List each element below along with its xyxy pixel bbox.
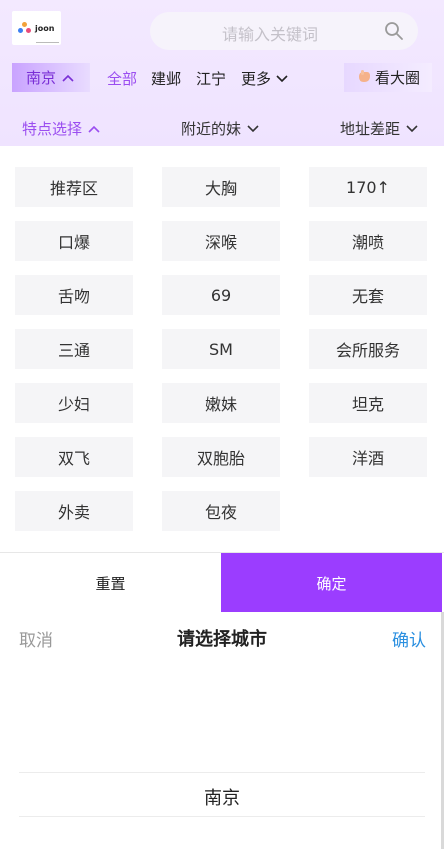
district-jiangning[interactable]: 江宁: [196, 68, 226, 89]
chevron-down-icon: [276, 74, 288, 82]
city-selector-button[interactable]: 南京: [12, 63, 90, 92]
selection-divider-bottom: [19, 816, 425, 817]
tag-chip[interactable]: 少妇: [15, 383, 133, 423]
tag-chip[interactable]: SM: [162, 329, 280, 369]
chevron-down-icon: [247, 124, 259, 132]
filter-features[interactable]: 特点选择: [22, 118, 100, 139]
chevron-down-icon: [406, 124, 418, 132]
tag-chip[interactable]: 舌吻: [15, 275, 133, 315]
district-all[interactable]: 全部: [107, 68, 137, 89]
tag-chip[interactable]: 坦克: [309, 383, 427, 423]
more-label: 更多: [241, 70, 272, 88]
filter-features-label: 特点选择: [22, 120, 83, 138]
filter-nearby-label: 附近的妹: [181, 120, 242, 138]
picker-cancel-button[interactable]: 取消: [19, 626, 53, 651]
tag-chip[interactable]: 170↑: [309, 167, 427, 207]
tag-chip[interactable]: 深喉: [162, 221, 280, 261]
view-circle-button[interactable]: 看大圈: [344, 63, 432, 92]
logo: joon: [12, 11, 61, 45]
city-picker: 请选择城市 取消 确认 南京: [0, 612, 444, 849]
confirm-button[interactable]: 确定: [221, 553, 442, 613]
top-header: joon 请输入关键词 南京 全部 建邺 江宁 更多 看大圈 特点选择 附近的妹…: [0, 0, 444, 146]
district-jianye[interactable]: 建邺: [151, 68, 181, 89]
tag-chip[interactable]: 会所服务: [309, 329, 427, 369]
chevron-up-icon: [62, 74, 74, 82]
tag-chip[interactable]: 洋酒: [309, 437, 427, 477]
selection-divider-top: [19, 772, 425, 773]
tag-chip[interactable]: 潮喷: [309, 221, 427, 261]
picker-option-selected[interactable]: 南京: [0, 784, 444, 810]
tag-chip[interactable]: 无套: [309, 275, 427, 315]
more-districts-button[interactable]: 更多: [241, 68, 288, 89]
picker-confirm-button[interactable]: 确认: [392, 626, 426, 651]
tag-chip[interactable]: 双飞: [15, 437, 133, 477]
tag-chip[interactable]: 三通: [15, 329, 133, 369]
logo-mark-icon: [18, 22, 32, 34]
tag-chip[interactable]: 口爆: [15, 221, 133, 261]
chevron-up-icon: [88, 125, 100, 133]
hand-icon: [356, 68, 372, 88]
view-circle-label: 看大圈: [375, 69, 421, 87]
filter-actions: 重置 确定: [0, 552, 444, 613]
search-placeholder: 请输入关键词: [222, 25, 319, 44]
filter-distance-label: 地址差距: [340, 120, 401, 138]
picker-title: 请选择城市: [177, 629, 267, 650]
filter-nearby[interactable]: 附近的妹: [181, 118, 259, 139]
tag-chip[interactable]: 大胸: [162, 167, 280, 207]
logo-text: joon: [35, 23, 55, 33]
filter-distance[interactable]: 地址差距: [340, 118, 418, 139]
feature-tag-grid: 推荐区 大胸 170↑ 口爆 深喉 潮喷 舌吻 69 无套 三通 SM 会所服务…: [0, 146, 444, 552]
tag-chip[interactable]: 69: [162, 275, 280, 315]
tag-chip[interactable]: 双胞胎: [162, 437, 280, 477]
tag-chip[interactable]: 包夜: [162, 491, 280, 531]
tag-chip[interactable]: 推荐区: [15, 167, 133, 207]
tag-chip[interactable]: 外卖: [15, 491, 133, 531]
tag-chip[interactable]: 嫩妹: [162, 383, 280, 423]
reset-button[interactable]: 重置: [0, 553, 221, 613]
search-input[interactable]: 请输入关键词: [150, 12, 418, 50]
current-city-label: 南京: [26, 69, 57, 87]
search-icon[interactable]: [384, 21, 404, 45]
